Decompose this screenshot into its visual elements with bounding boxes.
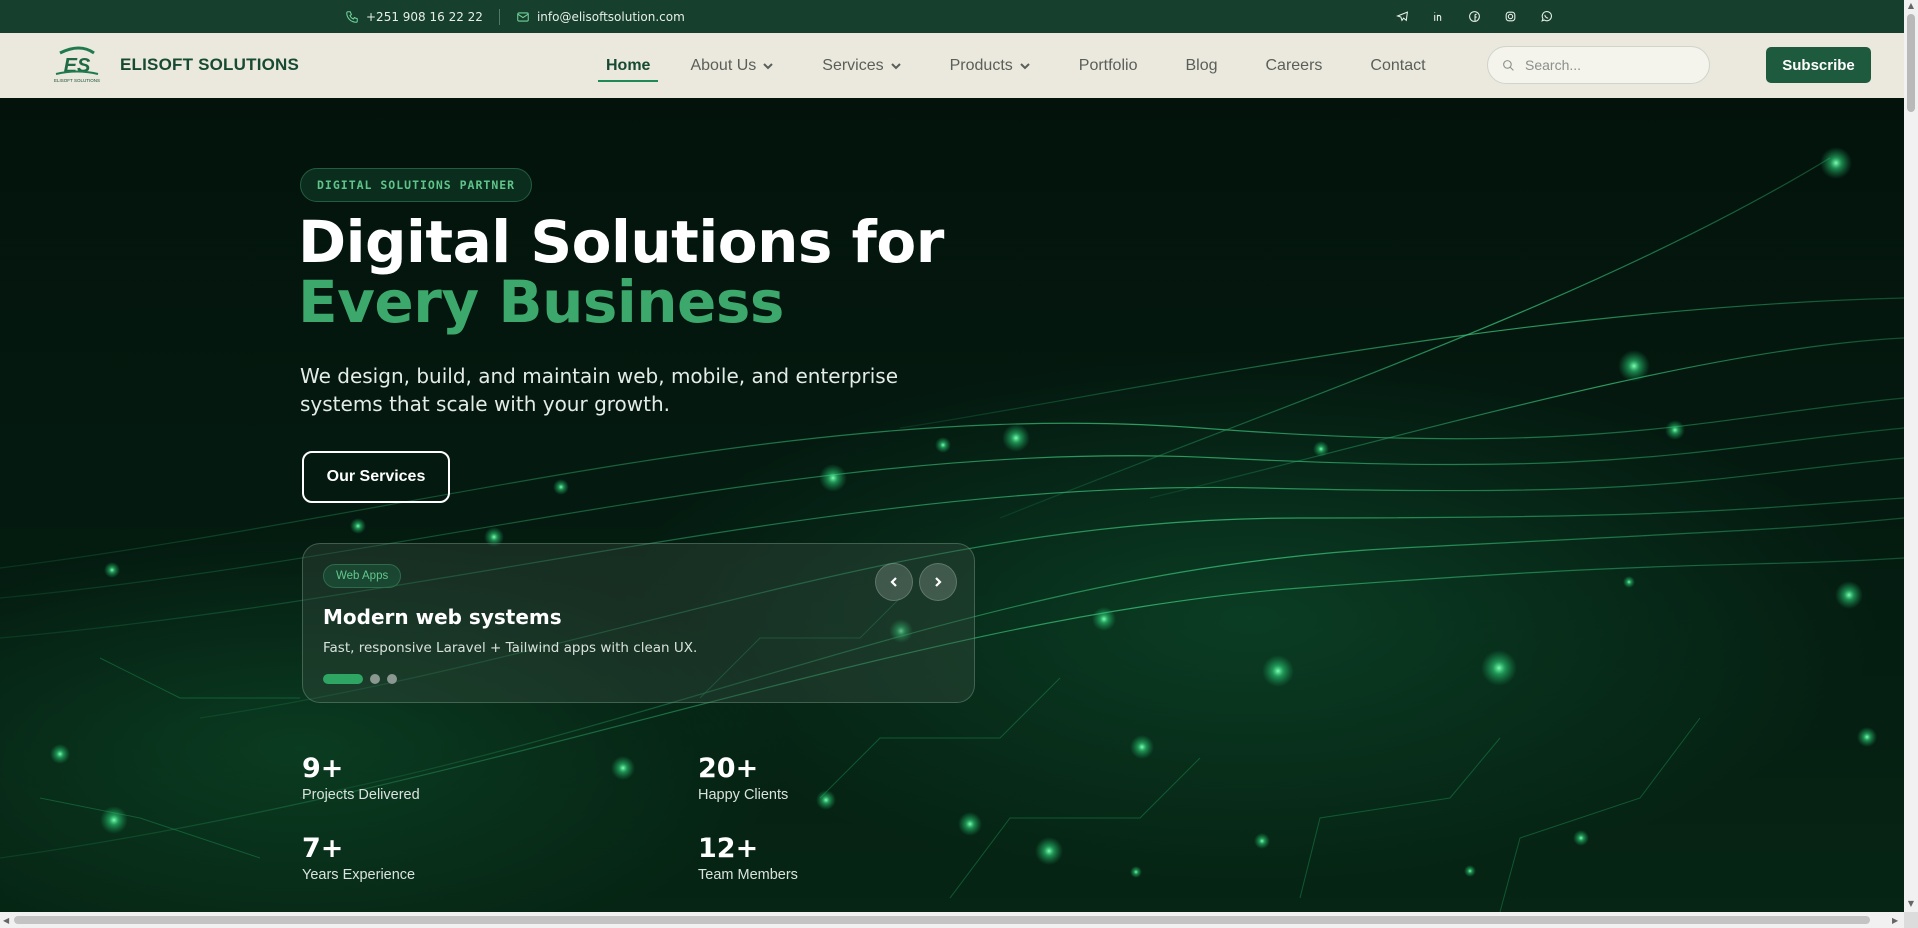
stat-clients: 20+ Happy Clients — [698, 753, 788, 803]
divider — [498, 8, 500, 25]
scroll-right-arrow-icon[interactable]: ▶ — [1892, 916, 1898, 925]
nav-services[interactable]: Services — [814, 33, 909, 98]
slide-tag: Web Apps — [323, 564, 402, 588]
phone-number: +251 908 16 22 22 — [366, 9, 483, 24]
mail-icon — [517, 11, 529, 22]
phone-link[interactable]: +251 908 16 22 22 — [345, 10, 483, 24]
social-links — [1392, 0, 1556, 33]
stat-value: 12+ — [698, 833, 759, 864]
brand-logo[interactable]: ES ELISOFT SOLUTIONS ELISOFT SOLUTIONS — [50, 45, 299, 85]
svg-text:ES: ES — [64, 55, 91, 77]
nav-home-label: Home — [606, 56, 651, 74]
instagram-icon[interactable] — [1500, 7, 1520, 27]
top-contact-bar: +251 908 16 22 22 info@elisoftsolution.c… — [0, 0, 1904, 33]
slider-dot[interactable] — [387, 674, 397, 684]
horizontal-scroll-thumb[interactable] — [14, 916, 1870, 924]
stat-label: Happy Clients — [698, 787, 789, 803]
telegram-icon[interactable] — [1392, 7, 1412, 27]
horizontal-scrollbar[interactable]: ◀ ▶ — [0, 912, 1904, 928]
stat-projects: 9+ Projects Delivered — [302, 753, 420, 803]
scrollbar-corner — [1904, 912, 1918, 928]
slider-dot[interactable] — [370, 674, 380, 684]
email-link[interactable]: info@elisoftsolution.com — [516, 10, 685, 24]
network-background — [0, 147, 1904, 912]
email-address: info@elisoftsolution.com — [536, 9, 685, 24]
nav-blog-label: Blog — [1185, 56, 1218, 74]
search-icon — [1503, 59, 1514, 71]
vertical-scrollbar[interactable]: ▲ ▼ — [1904, 0, 1918, 912]
chevron-down-icon — [1020, 62, 1030, 69]
facebook-icon[interactable] — [1464, 7, 1484, 27]
svg-text:ELISOFT SOLUTIONS: ELISOFT SOLUTIONS — [54, 78, 100, 83]
nav-blog[interactable]: Blog — [1177, 33, 1225, 98]
slider-dot[interactable] — [323, 674, 363, 684]
search-input[interactable] — [1525, 57, 1695, 73]
our-services-button[interactable]: Our Services — [302, 451, 450, 503]
nav-portfolio-label: Portfolio — [1078, 56, 1138, 74]
hero-title: Digital Solutions for Every Business — [298, 212, 944, 332]
hero-badge: DIGITAL SOLUTIONS PARTNER — [300, 168, 533, 202]
nav-about-label: About Us — [690, 56, 757, 74]
logo-mark: ES ELISOFT SOLUTIONS — [50, 45, 104, 85]
stat-value: 20+ — [698, 753, 759, 784]
slider-dots — [323, 674, 397, 684]
scroll-left-arrow-icon[interactable]: ◀ — [3, 916, 9, 925]
stat-label: Projects Delivered — [302, 787, 420, 803]
nav-contact-label: Contact — [1370, 56, 1426, 74]
chevron-down-icon — [763, 62, 773, 69]
nav-portfolio[interactable]: Portfolio — [1071, 33, 1146, 98]
chevron-down-icon — [890, 62, 901, 69]
brand-name: ELISOFT SOLUTIONS — [120, 55, 300, 74]
slide-title: Modern web systems — [323, 605, 562, 629]
nav-about-us[interactable]: About Us — [682, 33, 782, 98]
stat-value: 7+ — [302, 833, 344, 864]
nav-careers-label: Careers — [1265, 56, 1323, 74]
slider-prev-button[interactable] — [875, 563, 913, 601]
chevron-left-icon — [890, 577, 897, 587]
scroll-down-arrow-icon[interactable]: ▼ — [1907, 900, 1915, 908]
vertical-scroll-thumb[interactable] — [1907, 14, 1915, 112]
primary-nav: Home About Us Services Products Portfoli… — [598, 33, 1434, 98]
stat-value: 9+ — [302, 753, 344, 784]
slide-description: Fast, responsive Laravel + Tailwind apps… — [323, 640, 698, 656]
nav-contact[interactable]: Contact — [1362, 33, 1433, 98]
hero-section: DIGITAL SOLUTIONS PARTNER Digital Soluti… — [0, 98, 1904, 912]
stat-label: Years Experience — [302, 867, 416, 883]
nav-careers[interactable]: Careers — [1258, 33, 1331, 98]
subscribe-button[interactable]: Subscribe — [1766, 47, 1871, 83]
phone-icon — [346, 10, 358, 23]
feature-slider: Web Apps Modern web systems Fast, respon… — [302, 543, 975, 703]
search-box — [1487, 46, 1710, 84]
stat-experience: 7+ Years Experience — [302, 833, 415, 883]
nav-products[interactable]: Products — [942, 33, 1039, 98]
scroll-up-arrow-icon[interactable]: ▲ — [1907, 2, 1915, 10]
stat-team: 12+ Team Members — [698, 833, 798, 883]
main-navbar: ES ELISOFT SOLUTIONS ELISOFT SOLUTIONS H… — [0, 33, 1904, 98]
nav-home[interactable]: Home — [598, 33, 659, 98]
nav-services-label: Services — [822, 56, 884, 74]
whatsapp-icon[interactable] — [1536, 7, 1556, 27]
hero-title-line2: Every Business — [298, 268, 784, 336]
stat-label: Team Members — [698, 867, 798, 883]
hero-lead: We design, build, and maintain web, mobi… — [300, 364, 899, 416]
nav-products-label: Products — [949, 56, 1013, 74]
hero-title-line1: Digital Solutions for — [298, 208, 944, 276]
chevron-right-icon — [935, 577, 942, 587]
slider-next-button[interactable] — [919, 563, 957, 601]
contact-info: +251 908 16 22 22 info@elisoftsolution.c… — [345, 0, 685, 33]
linkedin-icon[interactable] — [1428, 7, 1448, 27]
